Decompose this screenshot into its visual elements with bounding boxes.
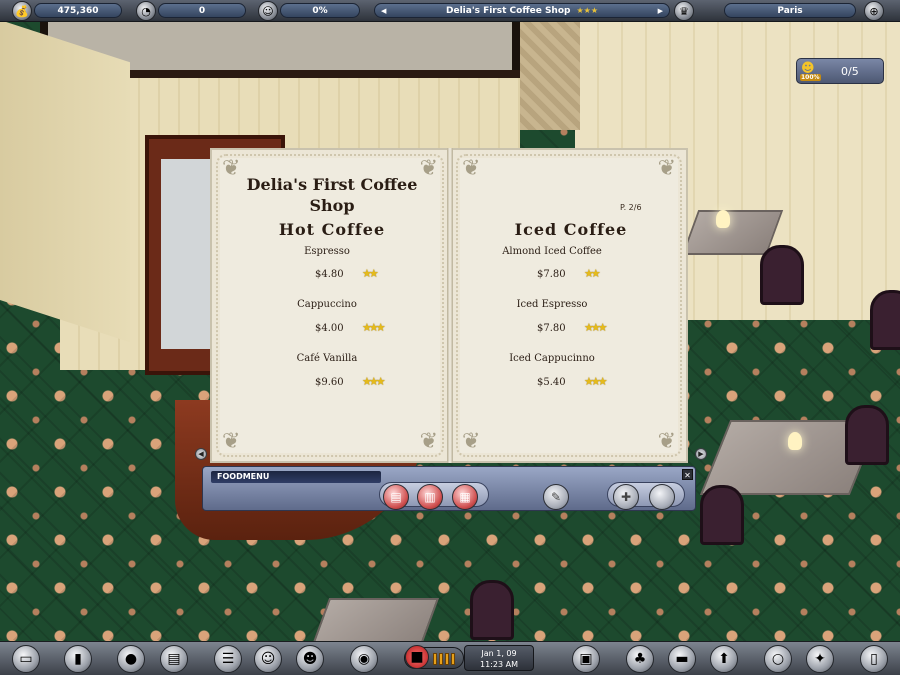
- ornament-icon: ❦: [419, 429, 438, 454]
- left-wall: [0, 20, 130, 343]
- table-lamp: [716, 210, 730, 228]
- menu-page-left: ❦ ❦ ❦ ❦ Delia's First Coffee Shop Hot Co…: [210, 148, 450, 463]
- marketing-icon[interactable]: ◉: [350, 645, 378, 673]
- compass-icon[interactable]: ✦: [806, 645, 834, 673]
- reputation-display: 0: [158, 3, 246, 18]
- empty-slot-icon[interactable]: [649, 484, 675, 510]
- top-hud: 💰 475,360 ◔ 0 ☺ 0% ◀ Delia's First Coffe…: [0, 0, 900, 22]
- ornament-icon: ❦: [657, 429, 676, 454]
- globe-icon[interactable]: ⊕: [864, 1, 884, 21]
- settings-tool-icon[interactable]: ✎: [543, 484, 569, 510]
- coin-icon[interactable]: 💰: [12, 1, 32, 21]
- page-indicator: P. 2/6: [620, 203, 642, 212]
- chair[interactable]: [845, 405, 889, 465]
- next-page-button[interactable]: ▶: [695, 448, 707, 460]
- menu-item-price: $9.60: [315, 377, 344, 388]
- menu-page-right: ❦ ❦ ❦ ❦ P. 2/6 Iced Coffee Almond Iced C…: [450, 148, 688, 463]
- menu-shop-title: Delia's First Coffee Shop: [246, 175, 418, 215]
- guests-icon[interactable]: ☻: [296, 645, 324, 673]
- city-display[interactable]: Paris: [724, 3, 856, 18]
- ornament-icon: ❦: [462, 429, 481, 454]
- menu-item-name[interactable]: Iced Espresso: [472, 299, 632, 310]
- prev-restaurant-icon[interactable]: ◀: [381, 7, 386, 15]
- quality-stars-icon: ★★: [584, 267, 601, 280]
- menu-card-icon[interactable]: ▤: [160, 645, 188, 673]
- speed-segment[interactable]: [451, 653, 455, 665]
- quality-stars-icon: ★★: [362, 267, 379, 280]
- staff-icon[interactable]: ☰: [214, 645, 242, 673]
- remove-dish-icon[interactable]: ▦: [452, 484, 478, 510]
- guest-mood: 100%: [800, 74, 821, 81]
- add-dish-icon[interactable]: ▤: [383, 484, 409, 510]
- edit-dish-icon[interactable]: ▥: [417, 484, 443, 510]
- menu-item-name[interactable]: Espresso: [252, 246, 402, 257]
- speed-segment[interactable]: [439, 653, 443, 665]
- chef-staff-icon[interactable]: ☺: [254, 645, 282, 673]
- menu-item-name[interactable]: Café Vanilla: [252, 353, 402, 364]
- speed-segment[interactable]: [445, 653, 449, 665]
- next-restaurant-icon[interactable]: ▶: [658, 7, 663, 15]
- clock-date: Jan 1, 09: [481, 649, 517, 658]
- section-title-hot-coffee: Hot Coffee: [278, 220, 386, 239]
- upgrade-icon[interactable]: ⬆: [710, 645, 738, 673]
- guest-counter: ☻ 100% 0/5: [796, 58, 884, 84]
- lights-icon[interactable]: ○: [764, 645, 792, 673]
- menu-item-name[interactable]: Cappuccino: [252, 299, 402, 310]
- menu-item-name[interactable]: Iced Cappucinno: [472, 353, 632, 364]
- game-speed-control[interactable]: ■: [404, 645, 464, 669]
- chair[interactable]: [870, 290, 900, 350]
- add-page-icon[interactable]: ✚: [613, 484, 639, 510]
- money-display: 475,360: [34, 3, 122, 18]
- pie-icon[interactable]: ◔: [136, 1, 156, 21]
- food-icon[interactable]: ●: [117, 645, 145, 673]
- section-title-iced-coffee: Iced Coffee: [514, 220, 628, 239]
- clock-time: 11:23 AM: [480, 660, 518, 669]
- menu-item-price: $4.80: [315, 269, 344, 280]
- prev-page-button[interactable]: ◀: [195, 448, 207, 460]
- restaurant-icon[interactable]: ▭: [12, 645, 40, 673]
- stairwell: [520, 20, 580, 130]
- chair[interactable]: [700, 485, 744, 545]
- restaurant-stars: ★★★: [576, 6, 598, 15]
- exit-icon[interactable]: ▯: [860, 645, 888, 673]
- ornament-icon: ❦: [657, 156, 676, 181]
- quality-stars-icon: ★★★: [362, 375, 386, 388]
- ornament-icon: ❦: [462, 156, 481, 181]
- speed-segment[interactable]: [433, 653, 437, 665]
- quality-stars-icon: ★★★: [584, 375, 608, 388]
- menu-item-price: $7.80: [537, 269, 566, 280]
- menu-item-name[interactable]: Almond Iced Coffee: [472, 246, 632, 257]
- quality-stars-icon: ★★★: [362, 321, 386, 334]
- game-clock: Jan 1, 09 11:23 AM: [464, 645, 534, 671]
- foodmenu-panel: FOODMENU ✕ ▤ ▥ ▦ ✎ ✚: [202, 466, 696, 511]
- menu-item-price: $7.80: [537, 323, 566, 334]
- statistics-icon[interactable]: ▮: [64, 645, 92, 673]
- build-icon[interactable]: ▬: [668, 645, 696, 673]
- chair[interactable]: [470, 580, 514, 640]
- close-button[interactable]: ✕: [682, 469, 693, 480]
- chef-hat-icon[interactable]: ♛: [674, 1, 694, 21]
- menu-item-price: $5.40: [537, 377, 566, 388]
- satisfaction-display: 0%: [280, 3, 360, 18]
- quality-stars-icon: ★★★: [584, 321, 608, 334]
- pause-icon[interactable]: ■: [405, 645, 429, 669]
- table-lamp: [788, 432, 802, 450]
- foodmenu-title: FOODMENU: [211, 471, 381, 483]
- restaurant-selector[interactable]: ◀ Delia's First Coffee Shop ★★★ ▶: [374, 3, 670, 18]
- chef-icon[interactable]: ☺: [258, 1, 278, 21]
- book-spine: [447, 148, 453, 463]
- ornament-icon: ❦: [222, 429, 241, 454]
- storage-icon[interactable]: ▣: [572, 645, 600, 673]
- restaurant-name: Delia's First Coffee Shop: [446, 5, 571, 16]
- guest-count: 0/5: [841, 65, 859, 78]
- menu-item-price: $4.00: [315, 323, 344, 334]
- chair[interactable]: [760, 245, 804, 305]
- decoration-icon[interactable]: ♣: [626, 645, 654, 673]
